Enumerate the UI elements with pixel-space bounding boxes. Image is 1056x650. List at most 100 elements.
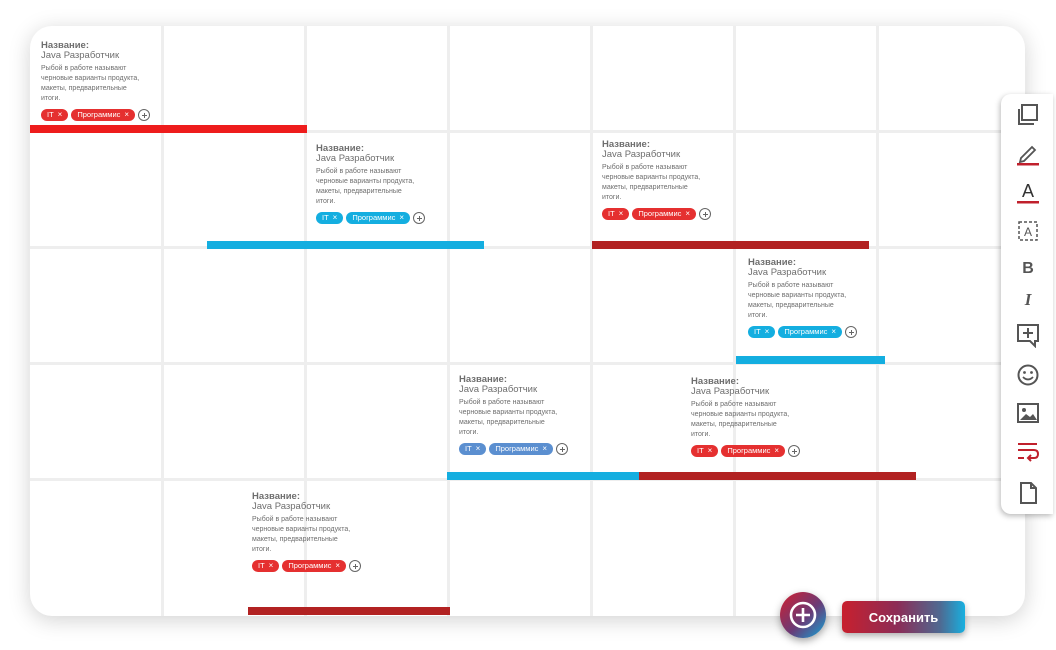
remove-tag-icon[interactable]: × [124, 109, 129, 121]
add-tag-icon[interactable] [699, 208, 712, 220]
tag-list: IT × Программис × [748, 326, 888, 338]
tag-chip[interactable]: Программис × [721, 445, 786, 457]
tag-list: IT × Программис × [602, 208, 742, 220]
remove-tag-icon[interactable]: × [708, 445, 713, 457]
tag-label: Программис [638, 209, 682, 218]
add-tag-icon[interactable] [349, 560, 362, 572]
grid-line [30, 246, 1025, 249]
card-title: Java Разработчик [459, 384, 538, 395]
task-card[interactable]: Название: Java Разработчик Рыбой в работ… [691, 377, 831, 457]
task-card[interactable]: Название: Java Разработчик Рыбой в работ… [602, 140, 742, 220]
add-button[interactable] [780, 592, 826, 638]
plus-circle-icon [789, 601, 817, 629]
grid-line [590, 26, 593, 616]
timeline-bar[interactable] [207, 241, 484, 249]
tag-label: Программис [352, 213, 396, 222]
tag-label: IT [322, 213, 329, 222]
tag-label: Программис [784, 327, 828, 336]
tag-chip[interactable]: IT × [691, 445, 719, 457]
remove-tag-icon[interactable]: × [542, 443, 547, 455]
wrap-icon[interactable] [1015, 438, 1041, 464]
add-tag-icon[interactable] [138, 109, 151, 121]
tag-chip[interactable]: Программис × [346, 212, 411, 224]
tag-list: IT × Программис × [316, 212, 456, 224]
tag-chip[interactable]: IT × [41, 109, 69, 121]
tag-chip[interactable]: IT × [316, 212, 344, 224]
pencil-icon[interactable] [1015, 140, 1041, 166]
save-button[interactable]: Сохранить [842, 601, 965, 633]
remove-tag-icon[interactable]: × [269, 560, 274, 572]
remove-tag-icon[interactable]: × [399, 212, 404, 224]
task-card[interactable]: Название: Java Разработчик Рыбой в работ… [748, 258, 888, 338]
add-tag-icon[interactable] [845, 326, 858, 338]
card-description: Рыбой в работе называют черновые вариант… [748, 282, 847, 319]
text-box-icon[interactable]: A [1015, 218, 1041, 244]
task-card[interactable]: Название: Java Разработчик Рыбой в работ… [459, 375, 599, 455]
timeline-bar[interactable] [592, 241, 869, 249]
timeline-bar[interactable] [639, 472, 916, 480]
card-description: Рыбой в работе называют черновые вариант… [459, 399, 558, 436]
tag-label: IT [258, 561, 265, 570]
timeline-bar[interactable] [248, 607, 450, 615]
copy-icon[interactable] [1015, 102, 1041, 128]
card-description: Рыбой в работе называют черновые вариант… [691, 401, 790, 438]
tag-label: Программис [495, 444, 539, 453]
grid-line [733, 26, 736, 616]
task-card[interactable]: Название: Java Разработчик Рыбой в работ… [41, 41, 181, 121]
text-box-label: A [1024, 225, 1032, 239]
remove-tag-icon[interactable]: × [831, 326, 836, 338]
tag-chip[interactable]: IT × [459, 443, 487, 455]
timeline-bar[interactable] [30, 125, 307, 133]
timeline-bar[interactable] [447, 472, 640, 480]
timeline-bar[interactable] [736, 356, 885, 364]
tag-chip[interactable]: Программис × [489, 443, 554, 455]
remove-tag-icon[interactable]: × [335, 560, 340, 572]
tag-list: IT × Программис × [252, 560, 392, 572]
remove-tag-icon[interactable]: × [58, 109, 63, 121]
add-tag-icon[interactable] [413, 212, 426, 224]
tag-label: IT [697, 446, 704, 455]
remove-tag-icon[interactable]: × [619, 208, 624, 220]
tag-chip[interactable]: IT × [602, 208, 630, 220]
remove-tag-icon[interactable]: × [774, 445, 779, 457]
card-description: Рыбой в работе называют черновые вариант… [602, 164, 701, 201]
tag-chip[interactable]: IT × [252, 560, 280, 572]
italic-label: I [1024, 290, 1033, 309]
card-description: Рыбой в работе называют черновые вариант… [316, 168, 415, 205]
tag-label: Программис [727, 446, 771, 455]
timeline-board: Название: Java Разработчик Рыбой в работ… [30, 26, 1025, 616]
text-color-icon[interactable]: A [1015, 178, 1041, 204]
italic-icon[interactable]: I [1015, 286, 1041, 312]
tag-chip[interactable]: Программис × [632, 208, 697, 220]
card-description: Рыбой в работе называют черновые вариант… [41, 65, 140, 102]
tag-label: Программис [77, 110, 121, 119]
grid-line [447, 26, 450, 616]
bold-label: B [1022, 260, 1034, 277]
remove-tag-icon[interactable]: × [476, 443, 481, 455]
tag-chip[interactable]: Программис × [778, 326, 843, 338]
add-tag-icon[interactable] [788, 445, 801, 457]
card-title: Java Разработчик [748, 267, 827, 278]
tag-chip[interactable]: IT × [748, 326, 776, 338]
image-icon[interactable] [1015, 400, 1041, 426]
remove-tag-icon[interactable]: × [685, 208, 690, 220]
task-card[interactable]: Название: Java Разработчик Рыбой в работ… [316, 144, 456, 224]
remove-tag-icon[interactable]: × [333, 212, 338, 224]
add-tag-icon[interactable] [556, 443, 569, 455]
emoji-icon[interactable] [1015, 362, 1041, 388]
tag-label: IT [608, 209, 615, 218]
task-card[interactable]: Название: Java Разработчик Рыбой в работ… [252, 492, 392, 572]
card-title: Java Разработчик [41, 50, 120, 61]
card-title: Java Разработчик [252, 501, 331, 512]
bold-icon[interactable]: B [1015, 254, 1041, 280]
add-comment-icon[interactable] [1015, 322, 1041, 348]
right-toolbar: A A B I [1001, 94, 1053, 514]
tag-chip[interactable]: Программис × [282, 560, 347, 572]
text-color-label: A [1022, 181, 1034, 201]
remove-tag-icon[interactable]: × [765, 326, 770, 338]
card-title: Java Разработчик [691, 386, 770, 397]
tag-label: IT [465, 444, 472, 453]
file-icon[interactable] [1015, 480, 1041, 506]
tag-chip[interactable]: Программис × [71, 109, 136, 121]
tag-list: IT × Программис × [691, 445, 831, 457]
